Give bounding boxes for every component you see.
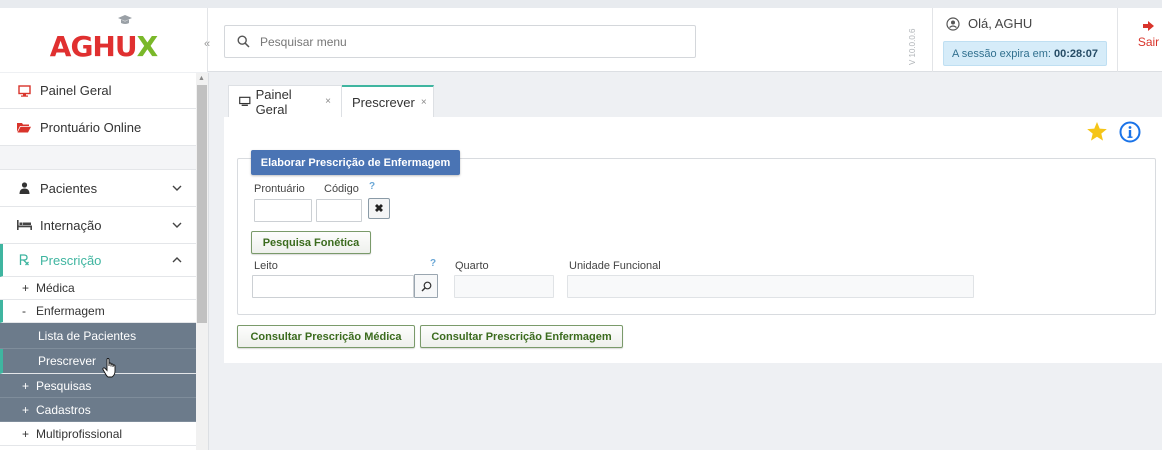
chevron-up-icon	[172, 257, 182, 263]
sidebar-item-painel-geral[interactable]: Painel Geral	[0, 73, 196, 109]
graduation-cap-icon	[117, 14, 132, 24]
leito-label: Leito	[254, 260, 278, 272]
main-panel: Painel Geral × Prescrever × Elaborar Pre…	[224, 85, 1162, 363]
leito-input[interactable]	[252, 275, 414, 298]
logout-button[interactable]: Sair	[1135, 20, 1162, 49]
user-circle-icon	[946, 16, 960, 31]
chevron-down-icon	[172, 222, 182, 228]
leito-search-button[interactable]	[414, 274, 438, 298]
version-label: V 10.0.0.6	[908, 28, 917, 66]
clear-button[interactable]: ✖	[368, 198, 390, 219]
quarto-label: Quarto	[455, 260, 489, 272]
monitor-icon	[16, 84, 32, 97]
monitor-icon	[239, 96, 251, 106]
search-icon	[237, 35, 250, 48]
search-icon	[421, 281, 431, 291]
menu-search-box[interactable]	[224, 25, 696, 58]
help-icon[interactable]: ?	[430, 258, 436, 269]
unidade-funcional-label: Unidade Funcional	[569, 260, 661, 272]
close-tab-icon[interactable]: ×	[421, 97, 427, 108]
sidebar-subitem-cadastros[interactable]: + Cadastros	[0, 398, 196, 422]
collapse-sidebar-button[interactable]: «	[204, 38, 210, 50]
sidebar-item-prescricao[interactable]: Prescrição	[0, 244, 196, 277]
session-timer-badge: A sessão expira em: 00:28:07	[943, 41, 1107, 66]
close-tab-icon[interactable]: ×	[325, 96, 331, 107]
sidebar-subitem-medica[interactable]: + Médica	[0, 277, 196, 300]
consultar-prescricao-medica-button[interactable]: Consultar Prescrição Médica	[237, 325, 415, 348]
tab-painel-geral[interactable]: Painel Geral ×	[228, 85, 342, 117]
info-icon[interactable]	[1119, 121, 1141, 143]
quarto-input	[454, 275, 554, 298]
logout-icon	[1142, 21, 1154, 31]
greeting-text: Olá, AGHU	[968, 16, 1033, 31]
pesquisa-fonetica-button[interactable]: Pesquisa Fonética	[251, 231, 371, 254]
favorite-star-icon[interactable]	[1086, 121, 1108, 142]
bed-icon	[16, 220, 32, 230]
sidebar: Painel Geral Prontuário Online Pacientes…	[0, 73, 209, 450]
scroll-up-arrow-icon[interactable]: ▲	[198, 75, 205, 82]
chevron-down-icon	[172, 185, 182, 191]
tab-prescrever[interactable]: Prescrever ×	[342, 85, 434, 117]
sidebar-leaf-lista-pacientes[interactable]: Lista de Pacientes	[0, 323, 196, 349]
consultar-prescricao-enfermagem-button[interactable]: Consultar Prescrição Enfermagem	[420, 325, 623, 348]
sidebar-subitem-enfermagem[interactable]: - Enfermagem	[0, 300, 196, 323]
hand-cursor-icon	[102, 358, 116, 378]
tab-strip: Painel Geral × Prescrever ×	[224, 85, 1162, 117]
sidebar-item-pacientes[interactable]: Pacientes	[0, 170, 196, 207]
sidebar-subitem-pesquisas[interactable]: + Pesquisas	[0, 374, 196, 398]
aghux-logo: AGH UX	[50, 14, 158, 63]
session-time: 00:28:07	[1054, 47, 1099, 60]
codigo-input[interactable]	[316, 199, 362, 222]
help-icon[interactable]: ?	[369, 181, 375, 192]
folder-icon	[16, 122, 32, 133]
sidebar-item-internacao[interactable]: Internação	[0, 207, 196, 244]
user-icon	[16, 182, 32, 194]
app-header: AGHUX « V 10.0.0.6 Olá, AGHU A sessão ex…	[0, 0, 1162, 72]
sidebar-scroll-thumb[interactable]	[197, 85, 207, 323]
sidebar-leaf-prescrever[interactable]: Prescrever	[0, 349, 196, 374]
logo-area[interactable]: AGH UX	[0, 8, 208, 72]
unidade-funcional-input	[567, 275, 974, 298]
prescription-icon	[16, 254, 32, 266]
sidebar-item-prontuario-online[interactable]: Prontuário Online	[0, 109, 196, 146]
form-legend: Elaborar Prescrição de Enfermagem	[251, 150, 460, 175]
menu-search-input[interactable]	[260, 34, 660, 49]
user-greeting[interactable]: Olá, AGHU	[946, 16, 1032, 31]
codigo-label: Código	[324, 183, 359, 195]
sidebar-subitem-multiprofissional[interactable]: + Multiprofissional	[0, 422, 196, 446]
prontuario-input[interactable]	[254, 199, 312, 222]
prontuario-label: Prontuário	[254, 183, 305, 195]
